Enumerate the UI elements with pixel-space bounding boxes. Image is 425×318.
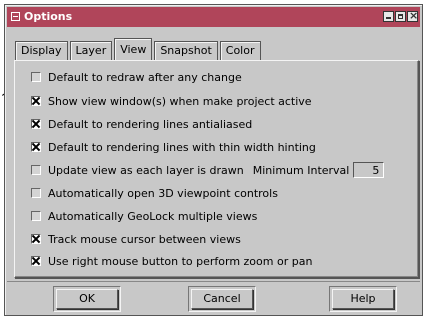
option-antialiased[interactable]: Default to rendering lines antialiased — [31, 116, 252, 132]
minimum-interval-input[interactable]: 5 — [353, 162, 385, 178]
options-dialog: Options Display Layer View Snapshot Colo… — [4, 4, 423, 316]
option-right-mouse-zoom-pan[interactable]: Use right mouse button to perform zoom o… — [31, 253, 312, 269]
help-button[interactable]: Help — [332, 289, 394, 309]
tab-view[interactable]: View — [114, 38, 153, 60]
minimize-icon[interactable] — [383, 11, 394, 22]
checkbox[interactable] — [31, 142, 41, 152]
option-open-3d-viewpoint[interactable]: Automatically open 3D viewpoint controls — [31, 185, 278, 201]
cancel-button[interactable]: Cancel — [191, 289, 253, 309]
option-label: Use right mouse button to perform zoom o… — [48, 254, 313, 268]
close-icon[interactable] — [407, 9, 418, 22]
ok-button[interactable]: OK — [56, 289, 118, 309]
maximize-icon[interactable] — [395, 11, 406, 22]
window-controls — [382, 9, 418, 23]
option-label: Show view window(s) when make project ac… — [48, 94, 312, 108]
checkbox[interactable] — [31, 188, 41, 198]
checkbox[interactable] — [31, 72, 41, 82]
option-label: Automatically GeoLock multiple views — [48, 209, 258, 223]
option-label: Track mouse cursor between views — [48, 232, 241, 246]
button-bar: OK Cancel Help — [7, 281, 420, 312]
option-update-each-layer[interactable]: Update view as each layer is drawn Minim… — [31, 162, 385, 178]
window-title: Options — [24, 10, 73, 23]
checkbox[interactable] — [31, 119, 41, 129]
tab-color[interactable]: Color — [219, 41, 261, 60]
tab-snapshot[interactable]: Snapshot — [154, 41, 218, 60]
option-label: Update view as each layer is drawn — [48, 163, 244, 177]
window-menu-icon[interactable] — [11, 12, 20, 21]
checkbox[interactable] — [31, 96, 41, 106]
option-redraw-after-change[interactable]: Default to redraw after any change — [31, 69, 242, 85]
tab-layer[interactable]: Layer — [69, 41, 113, 60]
checkbox[interactable] — [31, 165, 41, 175]
checkbox[interactable] — [31, 256, 41, 266]
option-label: Default to rendering lines antialiased — [48, 117, 253, 131]
view-options-panel: Default to redraw after any change Show … — [14, 60, 419, 278]
checkbox[interactable] — [31, 211, 41, 221]
option-track-mouse-cursor[interactable]: Track mouse cursor between views — [31, 231, 241, 247]
minimum-interval-label: Minimum Interval — [252, 163, 350, 177]
option-label: Default to redraw after any change — [48, 70, 242, 84]
option-thin-width-hinting[interactable]: Default to rendering lines with thin wid… — [31, 139, 316, 155]
title-bar: Options — [7, 7, 420, 27]
checkbox[interactable] — [31, 234, 41, 244]
tab-strip: Display Layer View Snapshot Color — [15, 38, 263, 60]
tab-display[interactable]: Display — [15, 41, 68, 60]
option-geolock-views[interactable]: Automatically GeoLock multiple views — [31, 208, 257, 224]
option-label: Automatically open 3D viewpoint controls — [48, 186, 278, 200]
option-show-view-window[interactable]: Show view window(s) when make project ac… — [31, 93, 312, 109]
option-label: Default to rendering lines with thin wid… — [48, 140, 316, 154]
